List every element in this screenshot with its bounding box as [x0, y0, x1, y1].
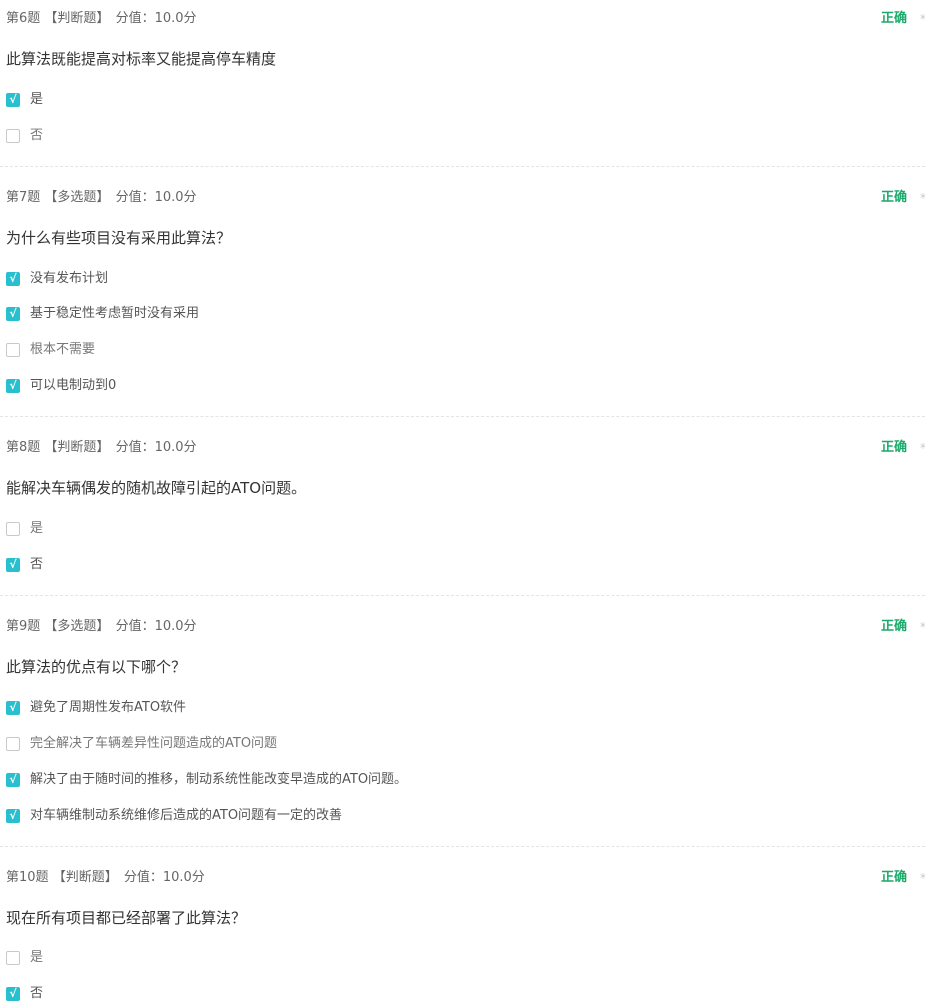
checkbox-checked-icon[interactable]: √: [6, 987, 20, 1001]
option-no[interactable]: √ 否: [6, 556, 43, 574]
option-label: 根本不需要: [30, 342, 96, 357]
question-header: 第7题 【多选题】 分值：10.0分: [6, 188, 197, 208]
option-c[interactable]: √ 解决了由于随时间的推移，制动系统性能改变早造成的ATO问题。: [6, 771, 407, 789]
checkbox-checked-icon[interactable]: √: [6, 307, 20, 321]
option-label: 是: [30, 950, 44, 965]
question-type: 【判断题】: [44, 440, 110, 455]
checkbox-checked-icon[interactable]: √: [6, 379, 20, 393]
option-b[interactable]: 完全解决了车辆差异性问题造成的ATO问题: [6, 735, 277, 753]
question-score: 分值：10.0分: [115, 190, 197, 205]
question-type: 【多选题】: [44, 190, 110, 205]
option-label: 否: [30, 128, 44, 143]
clipped-edge-glyph: *: [920, 868, 925, 888]
option-d[interactable]: √ 对车辆维制动系统维修后造成的ATO问题有一定的改善: [6, 807, 342, 825]
question-type: 【判断题】: [52, 870, 118, 885]
checkbox-checked-icon[interactable]: √: [6, 93, 20, 107]
question-score: 分值：10.0分: [115, 440, 197, 455]
result-status: 正确: [881, 870, 908, 885]
option-label: 避免了周期性发布ATO软件: [30, 700, 187, 715]
option-label: 否: [30, 986, 44, 1001]
option-a[interactable]: √ 避免了周期性发布ATO软件: [6, 699, 186, 717]
checkbox-unchecked-icon[interactable]: [6, 343, 20, 357]
option-c[interactable]: 根本不需要: [6, 341, 95, 359]
checkbox-checked-icon[interactable]: √: [6, 809, 20, 823]
result-status: 正确: [881, 440, 908, 455]
option-b[interactable]: √ 基于稳定性考虑暂时没有采用: [6, 305, 199, 323]
question-score: 分值：10.0分: [123, 870, 205, 885]
question-text: 此算法的优点有以下哪个？: [6, 658, 187, 676]
question-type: 【多选题】: [44, 619, 110, 634]
option-label: 解决了由于随时间的推移，制动系统性能改变早造成的ATO问题。: [30, 772, 408, 787]
option-label: 对车辆维制动系统维修后造成的ATO问题有一定的改善: [30, 808, 343, 823]
question-number: 第10题: [6, 870, 49, 885]
option-no[interactable]: 否: [6, 127, 43, 145]
clipped-edge-glyph: *: [920, 188, 925, 208]
checkbox-unchecked-icon[interactable]: [6, 951, 20, 965]
question-divider: [0, 595, 925, 596]
checkbox-unchecked-icon[interactable]: [6, 737, 20, 751]
option-label: 基于稳定性考虑暂时没有采用: [30, 306, 200, 321]
option-yes[interactable]: 是: [6, 520, 43, 538]
question-divider: [0, 416, 925, 417]
result-status: 正确: [881, 11, 908, 26]
question-header: 第9题 【多选题】 分值：10.0分: [6, 617, 197, 637]
option-label: 是: [30, 92, 44, 107]
question-header: 第8题 【判断题】 分值：10.0分: [6, 438, 197, 458]
option-a[interactable]: √ 没有发布计划: [6, 270, 108, 288]
question-score: 分值：10.0分: [115, 619, 197, 634]
option-label: 完全解决了车辆差异性问题造成的ATO问题: [30, 736, 278, 751]
option-label: 没有发布计划: [30, 271, 109, 286]
option-no[interactable]: √ 否: [6, 985, 43, 1003]
question-text: 此算法既能提高对标率又能提高停车精度: [6, 50, 277, 68]
checkbox-checked-icon[interactable]: √: [6, 272, 20, 286]
question-text: 现在所有项目都已经部署了此算法？: [6, 909, 247, 927]
question-number: 第7题: [6, 190, 41, 205]
clipped-edge-glyph: *: [920, 438, 925, 458]
checkbox-checked-icon[interactable]: √: [6, 558, 20, 572]
clipped-edge-glyph: *: [920, 9, 925, 29]
option-label: 是: [30, 521, 44, 536]
question-header: 第10题 【判断题】 分值：10.0分: [6, 868, 205, 888]
question-text: 能解决车辆偶发的随机故障引起的ATO问题。: [6, 479, 307, 497]
question-type: 【判断题】: [44, 11, 110, 26]
checkbox-checked-icon[interactable]: √: [6, 701, 20, 715]
checkbox-unchecked-icon[interactable]: [6, 129, 20, 143]
result-status: 正确: [881, 619, 908, 634]
question-number: 第9题: [6, 619, 41, 634]
question-score: 分值：10.0分: [115, 11, 197, 26]
question-divider: [0, 166, 925, 167]
option-label: 可以电制动到0: [30, 378, 117, 393]
question-divider: [0, 846, 925, 847]
option-label: 否: [30, 557, 44, 572]
option-d[interactable]: √ 可以电制动到0: [6, 377, 116, 395]
result-status: 正确: [881, 190, 908, 205]
clipped-edge-glyph: *: [920, 617, 925, 637]
checkbox-unchecked-icon[interactable]: [6, 522, 20, 536]
question-number: 第8题: [6, 440, 41, 455]
checkbox-checked-icon[interactable]: √: [6, 773, 20, 787]
option-yes[interactable]: 是: [6, 949, 43, 967]
question-header: 第6题 【判断题】 分值：10.0分: [6, 9, 197, 29]
question-text: 为什么有些项目没有采用此算法？: [6, 229, 232, 247]
option-yes[interactable]: √ 是: [6, 91, 43, 109]
question-number: 第6题: [6, 11, 41, 26]
